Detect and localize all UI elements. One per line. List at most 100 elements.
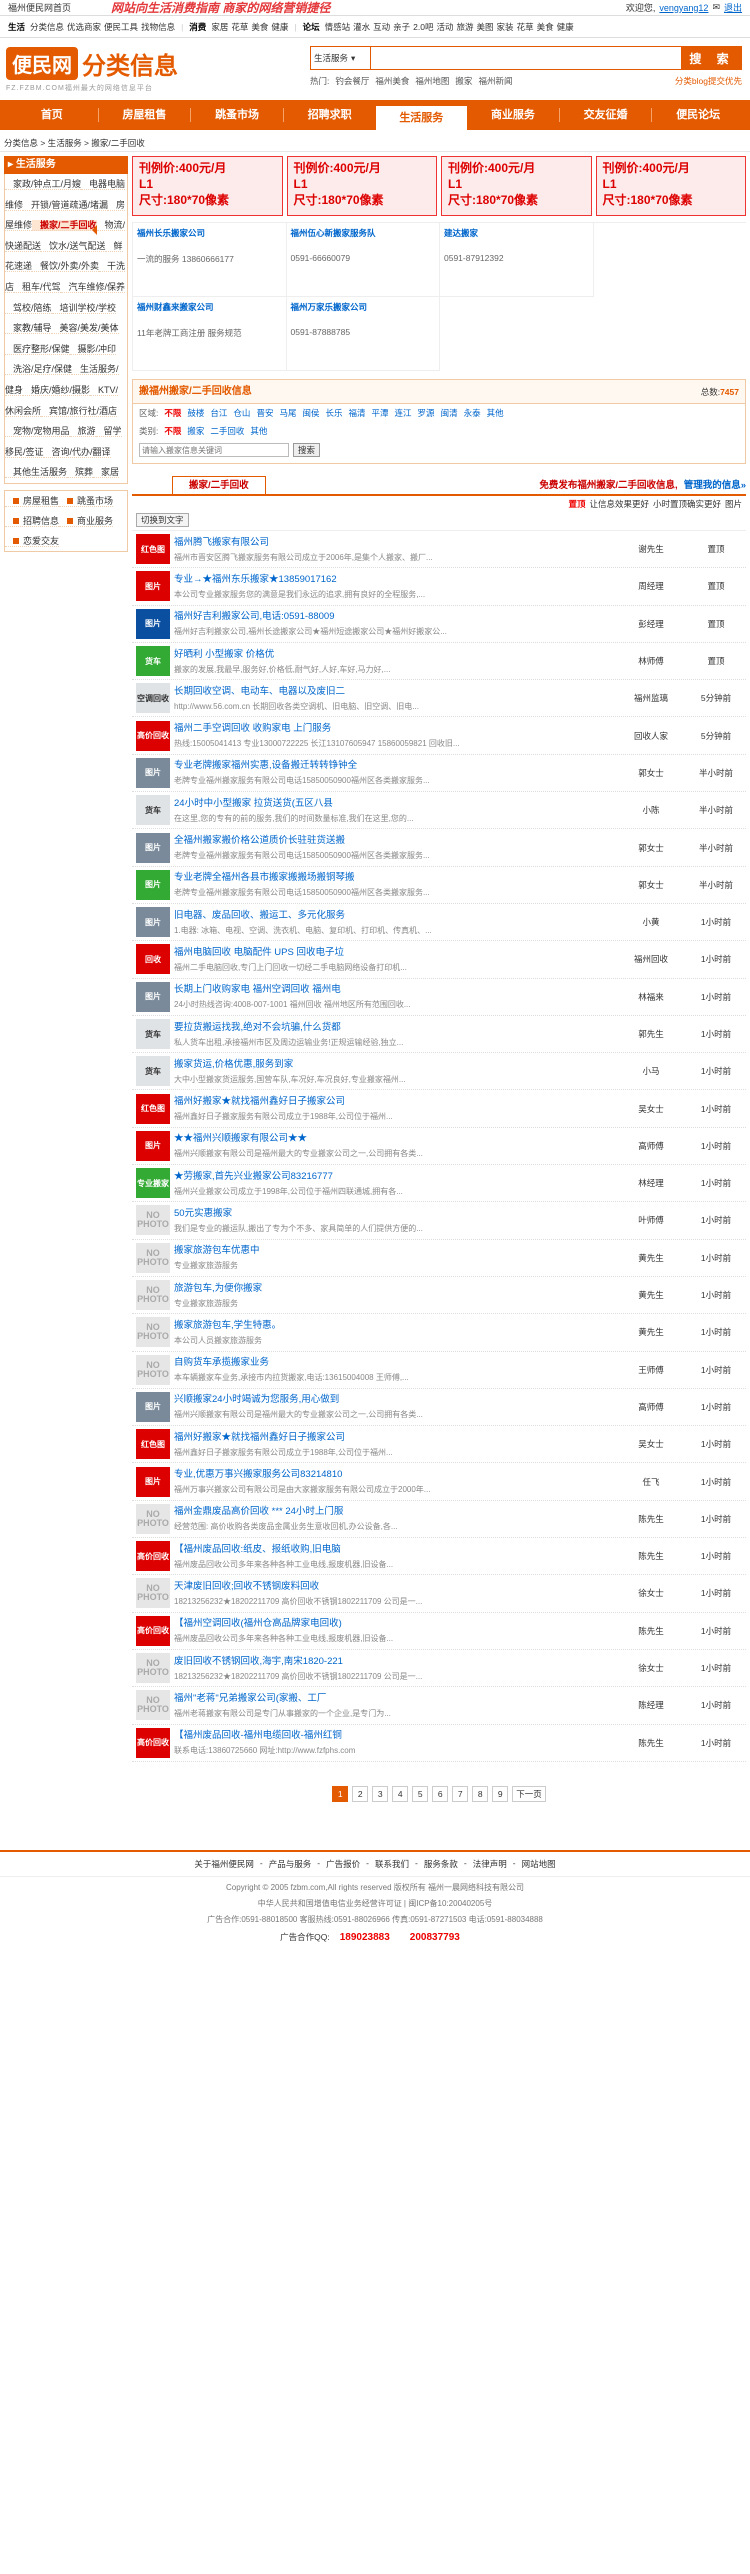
ad-slot[interactable]: 刊例价:400元/月 L1 尺寸:180*70像素 [286,156,437,216]
area-option[interactable]: 不限 [164,407,181,419]
company-tile[interactable]: 福州伍心新搬家服务队 0591-66660079 [286,223,440,297]
logout-link[interactable]: 退出 [724,1,742,14]
listing-row[interactable]: NO PHOTO 福州"老蒋"兄弟搬家公司(家搬、工厂 福州老蒋搬家有限公司是专门从… [132,1687,746,1725]
listing-title[interactable]: 福州电脑回收 电脑配件 UPS 回收电子垃 [174,947,344,958]
sidebar-other-item[interactable]: 房屋租售 [5,495,60,507]
listing-thumbnail[interactable]: 货车 [136,1019,170,1049]
type-option[interactable]: 其他 [250,425,267,437]
listing-thumbnail[interactable]: 图片 [136,869,170,900]
listing-title[interactable]: 搬家货运,价格优惠,服务到家 [174,1059,293,1070]
footer-link[interactable]: 网站地图 [522,1858,556,1870]
ad-slot[interactable]: 刊例价:400元/月 L1 尺寸:180*70像素 [441,156,592,216]
listing-row[interactable]: NO PHOTO 天津废旧回收;回收不锈钢废料回收 18213256232★1820… [132,1575,746,1613]
listing-row[interactable]: 货车 好晒利 小型搬家 价格优 搬家的发展,我最早,服务好,价格低,耐气好,人好,车… [132,643,746,681]
listing-title[interactable]: 好晒利 小型搬家 价格优 [174,649,274,660]
footer-link[interactable]: 联系我们 [375,1858,409,1870]
logo[interactable]: 便民网 分类信息 FZ.FZBM.COM福州最大的网络信息平台 [6,46,178,93]
listing-thumbnail[interactable]: 专业搬家 [136,1168,170,1199]
listing-row[interactable]: NO PHOTO 搬家旅游包车,学生特惠。 本公司人员搬家旅游服务 黄先生 1小时前 [132,1314,746,1352]
listing-title[interactable]: 福州好搬家★就找福州鑫好日子搬家公司 [174,1096,345,1107]
listing-title[interactable]: 要拉货搬运找我,绝对不会坑骗,什么货都 [174,1022,341,1033]
ad-slot[interactable]: 刊例价:400元/月 L1 尺寸:180*70像素 [132,156,283,216]
keyword-input[interactable] [139,443,289,457]
footer-link[interactable]: 关于福州便民网 [194,1858,254,1870]
category-link[interactable]: 情感站 [325,21,351,33]
area-option[interactable]: 闽清 [441,407,458,419]
listing-row[interactable]: 图片 专业老牌全福州各县市搬家搬搬场搬铜琴搬 老牌专业福州搬家服务有限公司电话158… [132,867,746,904]
page-link[interactable]: 2 [352,1785,369,1802]
listing-thumbnail[interactable]: 红色图 [136,1093,170,1124]
page-link[interactable]: 3 [372,1785,389,1802]
listing-title[interactable]: 废旧回收不锈钢回收,海宇,南宋1820-221 [174,1656,343,1667]
listing-thumbnail[interactable]: NO PHOTO [136,1653,170,1684]
category-link[interactable]: 2.0吧 [413,21,433,33]
keyword-search-button[interactable]: 搜索 [293,443,321,457]
listing-row[interactable]: 高价回收 【福州废品回收-福州电缆回收-福州红铜 联系电话:13860725660 … [132,1725,746,1762]
listing-row[interactable]: 红色图 福州好搬家★就找福州鑫好日子搬家公司 福州鑫好日子搬家服务有限公司成立于19… [132,1090,746,1128]
category-link[interactable]: 灌水 [353,21,370,33]
sort-option[interactable]: 图片 [725,498,742,510]
listing-thumbnail[interactable]: 高价回收 [136,1727,170,1758]
listing-thumbnail[interactable]: 高价回收 [136,1541,170,1572]
page-link[interactable]: 9 [492,1785,509,1802]
sidebar-item[interactable]: 美容/美发/美体 [51,323,119,335]
page-link[interactable]: 5 [412,1785,429,1802]
type-option[interactable]: 搬家 [187,425,204,437]
sidebar-item[interactable]: 咨询/代办/翻译 [43,446,111,458]
listing-row[interactable]: 图片 长期上门收购家电 福州空调回收 福州电 24小时热线咨询:4008-007-1… [132,979,746,1016]
listing-thumbnail[interactable]: 货车 [136,795,170,826]
listing-title[interactable]: 旧电器、废品回收、搬运工、多元化服务 [174,910,345,921]
sidebar-item[interactable]: 摄影/冲印 [69,343,117,355]
listing-title[interactable]: 专业老牌搬家福州实惠,设备搬迁转转铮钟全 [174,760,357,771]
listing-row[interactable]: 图片 兴顺搬家24小时竭诚为您服务,用心做到 福州兴顺搬家有限公司是福州最大的专业搬… [132,1389,746,1427]
area-option[interactable]: 福清 [349,407,366,419]
listing-title[interactable]: ★劳搬家,首先兴业搬家公司83216777 [174,1171,333,1182]
listing-thumbnail[interactable]: 图片 [136,608,170,639]
category-link[interactable]: 优选商家 [67,21,101,33]
page-link[interactable]: 4 [392,1785,409,1802]
listing-thumbnail[interactable]: NO PHOTO [136,1317,170,1348]
page-link[interactable]: 1 [332,1785,349,1802]
listing-thumbnail[interactable]: 图片 [136,571,170,602]
listing-row[interactable]: 红色图 福州腾飞搬家有限公司 福州市晋安区腾飞搬家服务有限公司成立于2006年,是集… [132,531,746,569]
listing-row[interactable]: 红色图 福州好搬家★就找福州鑫好日子搬家公司 福州鑫好日子搬家服务有限公司成立于19… [132,1426,746,1464]
listing-title[interactable]: 50元实惠搬家 [174,1208,232,1219]
listing-thumbnail[interactable]: NO PHOTO [136,1280,170,1311]
listing-thumbnail[interactable]: 回收 [136,944,170,975]
listing-row[interactable]: NO PHOTO 废旧回收不锈钢回收,海宇,南宋1820-221 182132562… [132,1650,746,1688]
category-link[interactable]: 健康 [557,21,574,33]
listing-thumbnail[interactable]: 高价回收 [136,1615,170,1646]
text-view-button[interactable]: 切换到文字 [136,513,189,527]
sidebar-item[interactable]: 洗浴/足疗/保健 [5,364,73,376]
listing-thumbnail[interactable]: 图片 [136,1391,170,1422]
listing-thumbnail[interactable]: 空调回收 [136,683,170,714]
sidebar-item[interactable]: 家居 [93,467,120,479]
listing-title[interactable]: 长期回收空调、电动车、电器以及废旧二 [174,686,345,697]
area-option[interactable]: 仓山 [233,407,250,419]
sidebar-item[interactable]: 餐饮/外卖/外卖 [32,261,100,273]
area-option[interactable]: 晋安 [256,407,273,419]
listing-title[interactable]: 福州二手空调回收 收购家电 上门服务 [174,723,331,734]
sidebar-other-item[interactable]: 跳蚤市场 [59,495,114,507]
hot-keyword-link[interactable]: 福州新闻 [478,75,512,87]
listing-title[interactable]: 自购货车承揽搬家业务 [174,1357,269,1368]
inbox-icon[interactable]: ✉ [712,2,720,13]
listing-title[interactable]: 【福州空调回收(福州仓高品牌家电回收) [174,1618,342,1629]
company-tile[interactable]: 福州长乐搬家公司 一流的服务 13860666177 [133,223,287,297]
type-option[interactable]: 不限 [164,425,181,437]
sidebar-other-item[interactable]: 商业服务 [59,515,114,527]
listing-title[interactable]: ★★福州兴顺搬家有限公司★★ [174,1133,307,1144]
listing-thumbnail[interactable]: 图片 [136,757,170,788]
area-option[interactable]: 连江 [395,407,412,419]
hot-keyword-link[interactable]: 搬家 [455,75,472,87]
category-link[interactable]: 花草 [517,21,534,33]
category-link[interactable]: 活动 [437,21,454,33]
listing-title[interactable]: 长期上门收购家电 福州空调回收 福州电 [174,984,341,995]
listing-thumbnail[interactable]: 图片 [136,1466,170,1497]
category-link[interactable]: 花草 [231,21,248,33]
search-category-select[interactable]: 生活服务 ▾ [310,46,370,70]
listing-row[interactable]: 货车 24小时中小型搬家 拉货送货(五区八县 在这里,您的专有的前的服务,我们的时间… [132,792,746,830]
page-link[interactable]: 下一页 [512,1785,546,1802]
listing-thumbnail[interactable]: NO PHOTO [136,1205,170,1236]
company-tile[interactable]: 福州万家乐搬家公司 0591-87888785 [286,297,440,371]
